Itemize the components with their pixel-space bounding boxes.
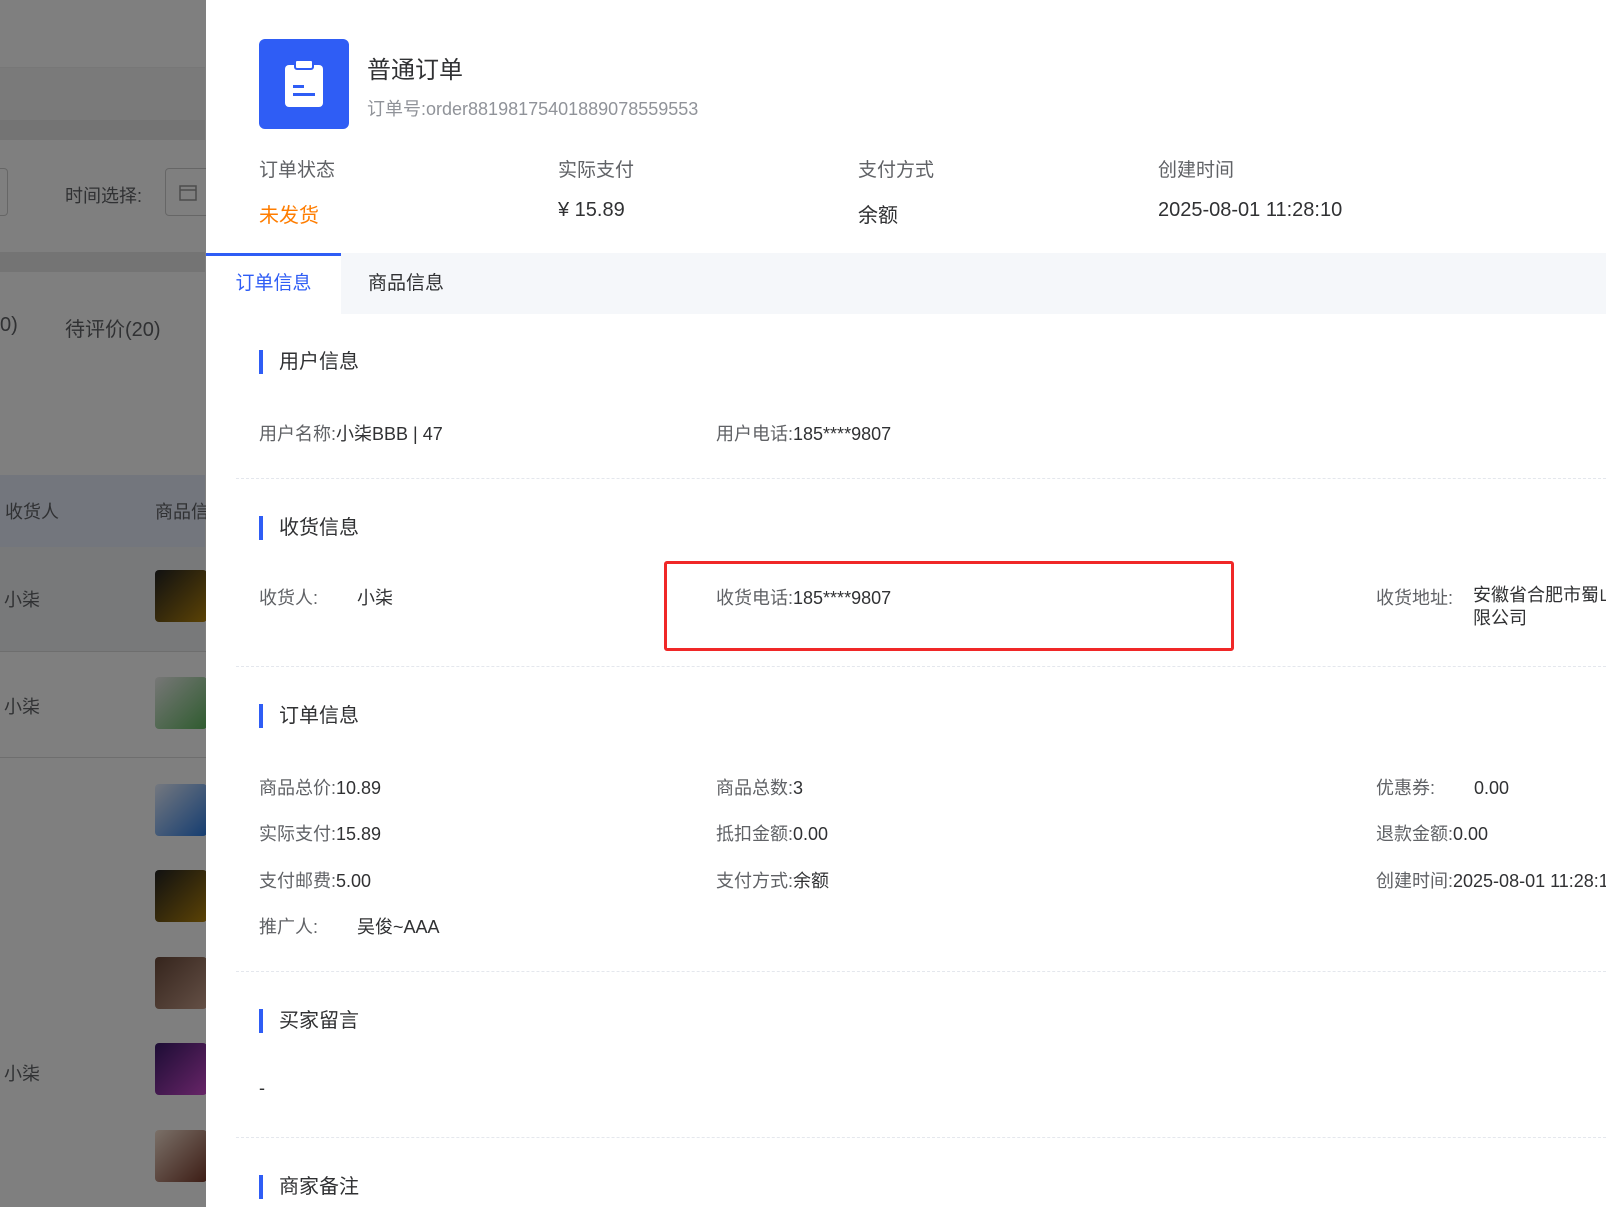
coupon-field: 优惠券: 0.00 (1376, 774, 1509, 800)
field-label: 收货人: (259, 588, 319, 608)
summary-created: 创建时间 2025-08-01 11:28:10 (1158, 155, 1342, 222)
goods-count-field: 商品总数:3 (716, 774, 803, 800)
field-value: 5.00 (336, 871, 372, 891)
divider (236, 666, 1606, 667)
goods-total-field: 商品总价:10.89 (259, 774, 381, 800)
field-label: 商品总数: (716, 778, 794, 798)
field-label: 支付方式: (716, 871, 794, 891)
field-label: 支付邮费: (259, 871, 337, 891)
section-title-buyer-note: 买家留言 (259, 1009, 359, 1033)
field-value: 余额 (793, 871, 830, 891)
summary-label: 订单状态 (259, 160, 336, 181)
field-value: 0.00 (1453, 824, 1489, 844)
paid-field: 实际支付:15.89 (259, 820, 381, 846)
field-value: 3 (793, 778, 804, 798)
user-name-field: 用户名称:小柒BBB | 47 (259, 420, 443, 446)
field-label: 抵扣金额: (716, 824, 794, 844)
divider (236, 478, 1606, 479)
field-label: 商品总价: (259, 778, 337, 798)
summary-label: 实际支付 (558, 160, 635, 181)
field-value: 15.89 (336, 824, 382, 844)
status-badge: 未发货 (259, 205, 319, 227)
order-type-title: 普通订单 (367, 57, 463, 84)
summary-status: 订单状态 未发货 (259, 155, 335, 228)
tab-goods-info[interactable]: 商品信息 (368, 253, 444, 314)
promoter-field: 推广人: 吴俊~AAA (259, 913, 440, 939)
order-number: 订单号:order8819817540188907855955​3 (367, 95, 698, 121)
user-phone-field: 用户电话:185****9807 (716, 420, 891, 446)
field-label: 退款金额: (1376, 824, 1454, 844)
field-value: 吴俊~AAA (357, 917, 440, 937)
field-value: 0.00 (1474, 778, 1510, 798)
divider (236, 1137, 1606, 1138)
summary-paid: 实际支付 ¥ 15.89 (558, 155, 634, 222)
field-value: 小柒 (357, 588, 393, 608)
refund-field: 退款金额:0.00 (1376, 820, 1488, 846)
deduct-field: 抵扣金额:0.00 (716, 820, 828, 846)
field-label: 优惠券: (1376, 778, 1436, 798)
field-value: 安徽省合肥市蜀山区安徽双凯智能科技有限公司 (1473, 585, 1606, 628)
field-value: 小柒BBB | 47 (336, 424, 443, 444)
field-label: 用户名称: (259, 424, 337, 444)
section-title-user: 用户信息 (259, 350, 359, 374)
summary-value: 2025-08-01 11:28:10 (1158, 199, 1343, 221)
summary-label: 创建时间 (1158, 160, 1235, 181)
detail-tabs: 订单信息 商品信息 (206, 253, 1606, 314)
field-value: 10.89 (336, 778, 382, 798)
tab-order-info[interactable]: 订单信息 (206, 253, 341, 314)
field-label: 实际支付: (259, 824, 337, 844)
modal-mask[interactable] (0, 0, 206, 1207)
field-label: 创建时间: (1376, 871, 1454, 891)
buyer-note-content: - (259, 1078, 265, 1098)
field-label: 收货地址: (1376, 588, 1454, 608)
order-number-value: order8819817540188907855955​3 (426, 99, 699, 119)
summary-label: 支付方式 (858, 160, 935, 181)
order-number-label: 订单号: (367, 99, 427, 119)
highlight-box (664, 561, 1234, 651)
order-detail-drawer: 普通订单 订单号:order8819817540188907855955​3 订… (206, 0, 1606, 1207)
field-label: 推广人: (259, 917, 319, 937)
order-icon (259, 39, 349, 129)
section-title-shipping: 收货信息 (259, 516, 359, 540)
summary-pay-method: 支付方式 余额 (858, 155, 934, 228)
summary-value: ¥ 15.89 (558, 199, 625, 221)
postage-field: 支付邮费:5.00 (259, 867, 371, 893)
divider (236, 971, 1606, 972)
field-label: 用户电话: (716, 424, 794, 444)
consignee-field: 收货人: 小柒 (259, 584, 393, 610)
field-value: 2025-08-01 11:28:10 (1453, 871, 1606, 891)
field-value: 0.00 (793, 824, 829, 844)
pay-method-field: 支付方式:余额 (716, 867, 829, 893)
summary-value: 余额 (858, 205, 898, 227)
section-title-order: 订单信息 (259, 704, 359, 728)
section-title-merchant-note: 商家备注 (259, 1175, 359, 1199)
clipboard-icon (285, 59, 323, 107)
field-value: 185****9807 (793, 424, 892, 444)
created-field: 创建时间:2025-08-01 11:28:10 (1376, 867, 1606, 893)
